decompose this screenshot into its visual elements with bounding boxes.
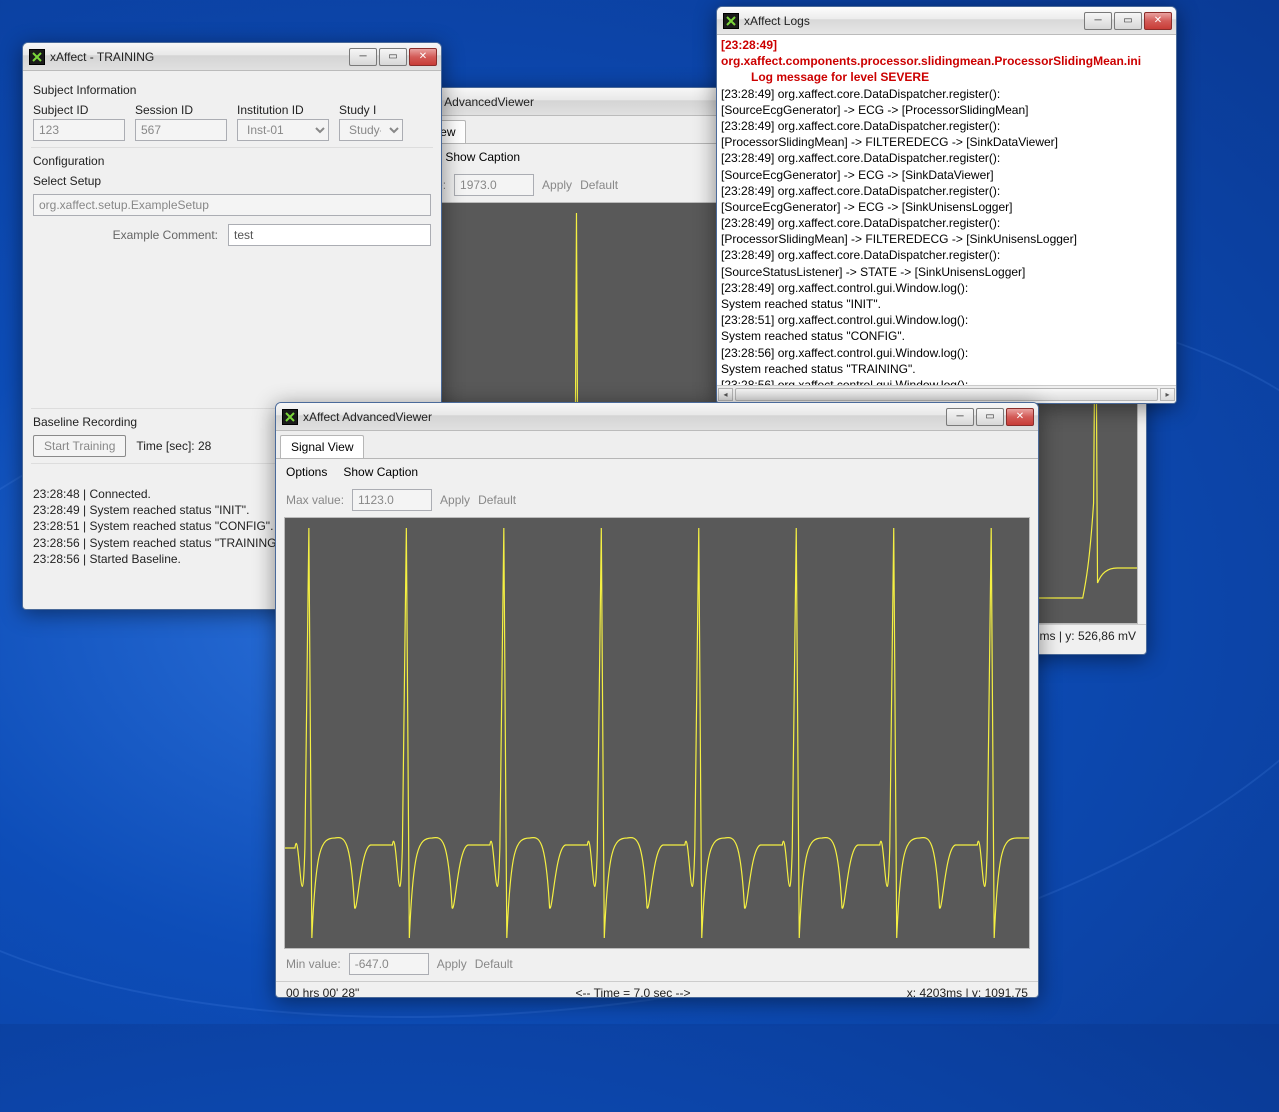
window-title: xAffect AdvancedViewer — [303, 410, 944, 424]
subject-info-header: Subject Information — [33, 83, 431, 97]
scroll-thumb[interactable] — [735, 388, 1158, 401]
max-value-input[interactable] — [454, 174, 534, 196]
titlebar[interactable]: xAffect AdvancedViewer ─ ▭ ✕ — [276, 403, 1038, 431]
apply-button-min[interactable]: Apply — [437, 957, 467, 971]
scroll-left-icon[interactable]: ◂ — [718, 388, 733, 401]
app-icon — [282, 409, 298, 425]
max-value-label: Max value: — [286, 493, 344, 507]
setup-input[interactable] — [33, 194, 431, 216]
menu-show-caption[interactable]: Show Caption — [343, 465, 418, 479]
tab-signal-view[interactable]: Signal View — [280, 435, 364, 458]
horizontal-scrollbar[interactable]: ◂ ▸ — [717, 385, 1176, 403]
close-button[interactable]: ✕ — [1006, 408, 1034, 426]
advanced-viewer-window-front[interactable]: xAffect AdvancedViewer ─ ▭ ✕ Signal View… — [275, 402, 1039, 998]
example-comment-label: Example Comment: — [33, 228, 218, 242]
time-label: Time [sec]: 28 — [136, 439, 211, 453]
window-title: xAffect - TRAINING — [50, 50, 347, 64]
app-icon — [29, 49, 45, 65]
session-id-input[interactable] — [135, 119, 227, 141]
maximize-button[interactable]: ▭ — [379, 48, 407, 66]
status-mid: <-- Time = 7.0 sec --> — [576, 986, 691, 998]
status-right: ms | y: 526,86 mV — [1040, 629, 1137, 643]
titlebar[interactable]: xAffect - TRAINING ─ ▭ ✕ — [23, 43, 441, 71]
subject-id-input[interactable] — [33, 119, 125, 141]
default-button[interactable]: Default — [478, 493, 516, 507]
menu-options[interactable]: Options — [286, 465, 327, 479]
institution-id-label: Institution ID — [237, 103, 329, 117]
select-setup-label: Select Setup — [33, 174, 431, 188]
apply-button[interactable]: Apply — [542, 178, 572, 192]
study-id-label: Study I — [339, 103, 403, 117]
apply-button[interactable]: Apply — [440, 493, 470, 507]
minimize-button[interactable]: ─ — [946, 408, 974, 426]
study-id-select[interactable]: Study- — [339, 119, 403, 141]
menu-show-caption[interactable]: Show Caption — [445, 150, 520, 164]
min-value-input[interactable] — [349, 953, 429, 975]
maximize-button[interactable]: ▭ — [976, 408, 1004, 426]
configuration-header: Configuration — [33, 154, 431, 168]
app-icon — [723, 13, 739, 29]
window-title: xAffect Logs — [744, 14, 1082, 28]
max-value-input[interactable] — [352, 489, 432, 511]
close-button[interactable]: ✕ — [409, 48, 437, 66]
default-button[interactable]: Default — [580, 178, 618, 192]
minimize-button[interactable]: ─ — [349, 48, 377, 66]
minimize-button[interactable]: ─ — [1084, 12, 1112, 30]
subject-id-label: Subject ID — [33, 103, 125, 117]
scroll-right-icon[interactable]: ▸ — [1160, 388, 1175, 401]
status-left: 00 hrs 00' 28" — [286, 986, 359, 998]
close-button[interactable]: ✕ — [1144, 12, 1172, 30]
titlebar[interactable]: xAffect Logs ─ ▭ ✕ — [717, 7, 1176, 35]
institution-id-select[interactable]: Inst-01 — [237, 119, 329, 141]
signal-canvas — [285, 518, 1029, 948]
default-button-min[interactable]: Default — [475, 957, 513, 971]
start-training-button[interactable]: Start Training — [33, 435, 126, 457]
min-value-label: Min value: — [286, 957, 341, 971]
example-comment-input[interactable] — [228, 224, 431, 246]
logs-window[interactable]: xAffect Logs ─ ▭ ✕ [23:28:49] org.xaffec… — [716, 6, 1177, 404]
maximize-button[interactable]: ▭ — [1114, 12, 1142, 30]
logs-content: [23:28:49] org.xaffect.components.proces… — [717, 35, 1176, 385]
session-id-label: Session ID — [135, 103, 227, 117]
status-right: x: 4203ms | y: 1091,75 — [907, 986, 1028, 998]
